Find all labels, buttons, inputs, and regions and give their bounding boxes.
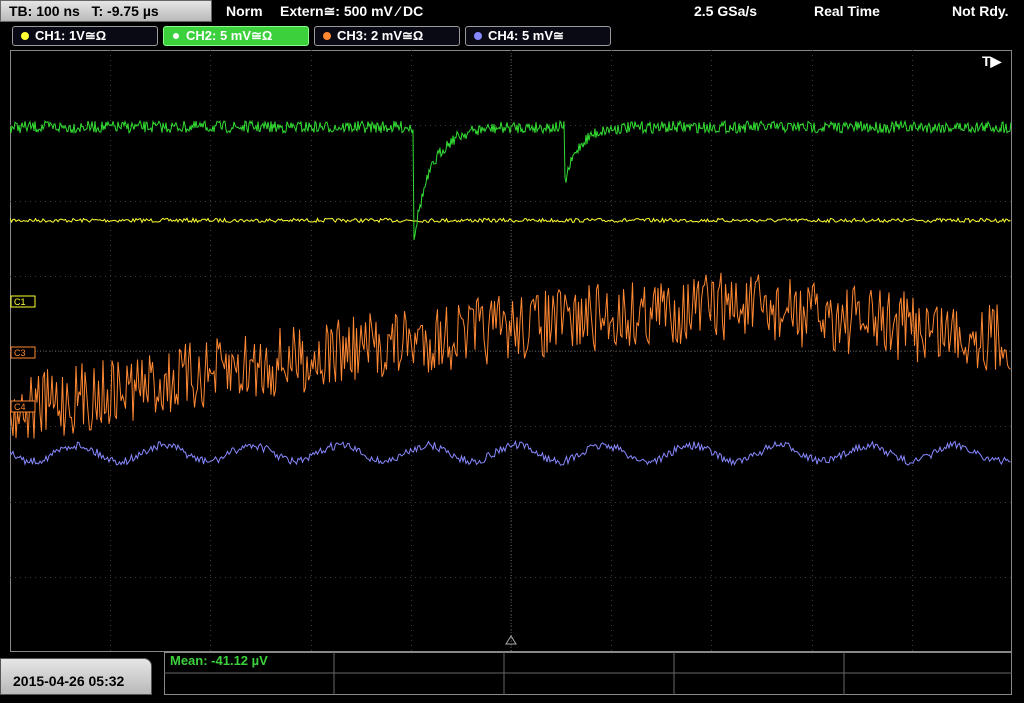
trigger-time-label: T: -9.75 µs: [91, 3, 159, 19]
trigger-mode[interactable]: Norm: [226, 0, 263, 22]
ch4-label: CH4: 5 mV≅: [488, 28, 564, 43]
ch3-color-icon: [323, 32, 331, 40]
date-time: 2015-04-26 05:32: [0, 658, 152, 695]
channel-tabs: CH1: 1V≅Ω CH2: 5 mV≅Ω CH3: 2 mV≅Ω CH4: 5…: [0, 26, 1024, 48]
tab-ch1[interactable]: CH1: 1V≅Ω: [12, 26, 158, 46]
top-status-bar: TB: 100 ns T: -9.75 µs Norm Extern≅: 500…: [0, 0, 1024, 24]
mean-measurement: Mean: -41.12 µV: [170, 653, 268, 668]
c4-marker-label: C4: [14, 402, 26, 412]
waveform-display[interactable]: T▶ C1 C3 C4: [10, 50, 1012, 652]
sample-rate: 2.5 GSa/s: [694, 3, 758, 19]
c4-offset-marker[interactable]: C4: [10, 400, 36, 413]
ch3-label: CH3: 2 mV≅Ω: [337, 28, 424, 43]
ch1-label: CH1: 1V≅Ω: [35, 28, 107, 43]
acquisition-mode: Real Time: [814, 3, 880, 19]
c1-marker-label: C1: [14, 297, 26, 307]
ch1-color-icon: [21, 32, 29, 40]
measurement-grid: [164, 652, 1012, 695]
bottom-bar: 2015-04-26 05:32 Mean: -41.12 µV: [0, 652, 1024, 695]
tab-ch2[interactable]: CH2: 5 mV≅Ω: [163, 26, 309, 46]
c3-offset-marker[interactable]: C3: [10, 346, 36, 359]
waveform-canvas[interactable]: T▶ C1 C3 C4: [10, 50, 1012, 652]
ch4-color-icon: [474, 32, 482, 40]
ch2-color-icon: [172, 32, 180, 40]
status-text: Not Rdy.: [952, 3, 1009, 19]
trigger-marker[interactable]: T▶: [982, 53, 1003, 69]
timebase-label: TB: 100 ns: [9, 3, 80, 19]
c1-offset-marker[interactable]: C1: [10, 295, 36, 308]
measurement-panel[interactable]: Mean: -41.12 µV: [164, 652, 1012, 695]
timebase-trigger-box[interactable]: TB: 100 ns T: -9.75 µs: [0, 0, 212, 22]
c3-marker-label: C3: [14, 348, 26, 358]
tab-ch4[interactable]: CH4: 5 mV≅: [465, 26, 611, 46]
tab-ch3[interactable]: CH3: 2 mV≅Ω: [314, 26, 460, 46]
trigger-source[interactable]: Extern≅: 500 mV ⁄ DC: [280, 0, 423, 22]
ch2-label: CH2: 5 mV≅Ω: [186, 28, 273, 43]
